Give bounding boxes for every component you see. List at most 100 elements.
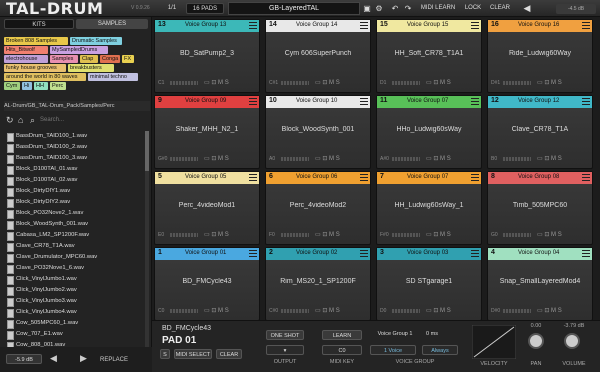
pad-controls[interactable]: ▭ ⊡ M S bbox=[426, 231, 451, 238]
file-item[interactable]: Clave_PO32Nove1_6.wav bbox=[4, 263, 144, 274]
pad-menu-icon[interactable] bbox=[471, 250, 479, 257]
tag-item[interactable]: around the world in 80 waves bbox=[4, 73, 86, 81]
pad-menu-icon[interactable] bbox=[471, 98, 479, 105]
voice-count-select[interactable]: 1 Voice bbox=[370, 345, 416, 355]
undo-icon[interactable]: ↶ bbox=[390, 3, 400, 14]
tag-item[interactable]: Clap bbox=[80, 55, 98, 63]
pad-voice-group[interactable]: Voice Group 04 bbox=[518, 250, 559, 256]
file-item[interactable]: Click_VinylJumbo4.wav bbox=[4, 307, 144, 318]
folder-up-icon[interactable]: ⌂ bbox=[18, 115, 23, 125]
pad-controls[interactable]: ▭ ⊡ M S bbox=[204, 79, 229, 86]
pad-voice-group[interactable]: Voice Group 07 bbox=[407, 174, 448, 180]
file-item[interactable]: Block_DirtyDIY1.wav bbox=[4, 186, 144, 197]
pad-menu-icon[interactable] bbox=[582, 98, 590, 105]
pad-controls[interactable]: ▭ ⊡ M S bbox=[426, 155, 451, 162]
tag-item[interactable]: Cym bbox=[4, 82, 20, 90]
pad-controls[interactable]: ▭ ⊡ M S bbox=[537, 155, 562, 162]
pad-menu-icon[interactable] bbox=[249, 98, 257, 105]
pad-voice-group[interactable]: Voice Group 03 bbox=[407, 250, 448, 256]
tab-kits[interactable]: KITS bbox=[4, 19, 74, 29]
pad-16[interactable]: 16 Voice Group 16 Ride_Ludwig60Way D#1 ▭ ⊡ M… bbox=[487, 19, 593, 93]
pad-controls[interactable]: ▭ ⊡ M S bbox=[315, 79, 340, 86]
file-item[interactable]: Clave_Drumulator_MPC60.wav bbox=[4, 252, 144, 263]
pad-voice-group[interactable]: Voice Group 14 bbox=[296, 22, 337, 28]
file-item[interactable]: Clave_CR78_T1A.wav bbox=[4, 241, 144, 252]
pad-8[interactable]: 8 Voice Group 08 Timb_505MPC60 G0 ▭ ⊡ M S bbox=[487, 171, 593, 245]
tag-item[interactable]: breakbusters bbox=[68, 64, 114, 72]
pad-menu-icon[interactable] bbox=[360, 22, 368, 29]
pad-controls[interactable]: ▭ ⊡ M S bbox=[315, 307, 340, 314]
pad-voice-group[interactable]: Voice Group 06 bbox=[296, 174, 337, 180]
learn-button[interactable]: LEARN bbox=[322, 330, 362, 340]
file-item[interactable]: Click_VinylJumbo2.wav bbox=[4, 285, 144, 296]
save-icon[interactable]: ▣ bbox=[362, 3, 372, 14]
file-item[interactable]: Block_D100TAI_01.wav bbox=[4, 164, 144, 175]
voice-group-select[interactable]: Voice Group 1 bbox=[370, 331, 420, 337]
pad-menu-icon[interactable] bbox=[360, 98, 368, 105]
tag-item[interactable]: Drumatic Samples bbox=[70, 37, 122, 45]
redo-icon[interactable]: ↷ bbox=[403, 3, 413, 14]
pad-voice-group[interactable]: Voice Group 02 bbox=[296, 250, 337, 256]
velocity-curve[interactable] bbox=[472, 325, 516, 359]
tag-item[interactable]: Perc bbox=[50, 82, 66, 90]
pad-controls[interactable]: ▭ ⊡ M S bbox=[315, 155, 340, 162]
pad-menu-icon[interactable] bbox=[249, 22, 257, 29]
file-item[interactable]: Block_WoodSynth_001.wav bbox=[4, 219, 144, 230]
file-item[interactable]: BassDrum_TAID100_3.wav bbox=[4, 153, 144, 164]
pad-voice-group[interactable]: Voice Group 16 bbox=[518, 22, 559, 28]
pad-15[interactable]: 15 Voice Group 15 HH_Soft_CR78_T1A1 D1 ▭ ⊡ M… bbox=[376, 19, 482, 93]
file-item[interactable]: Block_D100TAI_02.wav bbox=[4, 175, 144, 186]
speaker-icon[interactable]: ◀ bbox=[522, 3, 532, 14]
pad-voice-group[interactable]: Voice Group 10 bbox=[296, 98, 337, 104]
pad-13[interactable]: 13 Voice Group 13 BD_SatPump2_3 C1 ▭ ⊡ M S bbox=[154, 19, 260, 93]
pad-10[interactable]: 10 Voice Group 10 Block_WoodSynth_001 A0 ▭ ⊡… bbox=[265, 95, 371, 169]
tag-item[interactable]: FX bbox=[122, 55, 134, 63]
tag-item[interactable]: funky house grooves bbox=[4, 64, 66, 72]
tag-item[interactable]: minimal techno bbox=[88, 73, 138, 81]
file-item[interactable]: Click_VinylJumbo1.wav bbox=[4, 274, 144, 285]
pad-voice-group[interactable]: Voice Group 05 bbox=[185, 174, 226, 180]
midi-key-select[interactable]: C0 bbox=[322, 345, 362, 355]
pad-voice-group[interactable]: Voice Group 12 bbox=[518, 98, 559, 104]
pad-controls[interactable]: ▭ ⊡ M S bbox=[537, 79, 562, 86]
pad-11[interactable]: 11 Voice Group 07 HHo_Ludwig60sWay A#0 ▭ ⊡ M… bbox=[376, 95, 482, 169]
tag-item[interactable]: Broken 808 Samples bbox=[4, 37, 68, 45]
refresh-icon[interactable]: ↻ bbox=[6, 115, 14, 126]
clear-button[interactable]: CLEAR bbox=[488, 3, 512, 14]
pad-9[interactable]: 9 Voice Group 09 Shaker_MHH_N2_1 G#0 ▭ ⊡ M S bbox=[154, 95, 260, 169]
file-item[interactable]: Click_VinylJumbo3.wav bbox=[4, 296, 144, 307]
pad-voice-group[interactable]: Voice Group 09 bbox=[185, 98, 226, 104]
pad-controls[interactable]: ▭ ⊡ M S bbox=[204, 155, 229, 162]
pad-menu-icon[interactable] bbox=[249, 174, 257, 181]
file-item[interactable]: Cow_505MPC60_1.wav bbox=[4, 318, 144, 329]
pad-menu-icon[interactable] bbox=[582, 22, 590, 29]
lock-button[interactable]: LOCK bbox=[463, 3, 483, 14]
folder-path[interactable]: AL-Drum/GB_TAL-Drum_Pack/Samples/Perc bbox=[4, 101, 150, 111]
pad-6[interactable]: 6 Voice Group 06 Perc_4videoMod2 F0 ▭ ⊡ M S bbox=[265, 171, 371, 245]
pad-voice-group[interactable]: Voice Group 15 bbox=[407, 22, 448, 28]
pad-menu-icon[interactable] bbox=[471, 174, 479, 181]
trigger-mode-select[interactable]: Always bbox=[422, 345, 458, 355]
solo-button[interactable]: S bbox=[160, 349, 170, 359]
midi-select-button[interactable]: MIDI SELECT bbox=[174, 349, 212, 359]
pad-voice-group[interactable]: Voice Group 13 bbox=[185, 22, 226, 28]
pad-menu-icon[interactable] bbox=[360, 250, 368, 257]
file-item[interactable]: Block_PO32Nove2_1.wav bbox=[4, 208, 144, 219]
file-item[interactable]: Cow_707_E1.wav bbox=[4, 329, 144, 340]
pad-14[interactable]: 14 Voice Group 14 Cym 606SuperPunch C#1 ▭ ⊡ … bbox=[265, 19, 371, 93]
pad-controls[interactable]: ▭ ⊡ M S bbox=[537, 231, 562, 238]
search-input[interactable]: Search... bbox=[40, 117, 64, 123]
pad-voice-group[interactable]: Voice Group 01 bbox=[185, 250, 226, 256]
pad-4[interactable]: 4 Voice Group 04 Snap_SmallLayeredMod4 D#0 ▭… bbox=[487, 247, 593, 321]
tag-item[interactable]: electrohouse bbox=[4, 55, 48, 63]
pad-voice-group[interactable]: Voice Group 07 bbox=[407, 98, 448, 104]
speaker-icon[interactable]: ◀ bbox=[50, 353, 57, 364]
preset-name[interactable]: GB-LayeredTAL bbox=[228, 2, 360, 15]
pad-controls[interactable]: ▭ ⊡ M S bbox=[315, 231, 340, 238]
volume-knob[interactable] bbox=[564, 333, 580, 349]
pad-2[interactable]: 2 Voice Group 02 Rim_MS20_1_SP1200F C#0 ▭ ⊡ … bbox=[265, 247, 371, 321]
file-list-scrollbar[interactable] bbox=[145, 131, 149, 351]
tag-item[interactable]: Hi bbox=[22, 82, 32, 90]
pad-menu-icon[interactable] bbox=[582, 174, 590, 181]
pad-controls[interactable]: ▭ ⊡ M S bbox=[426, 307, 451, 314]
